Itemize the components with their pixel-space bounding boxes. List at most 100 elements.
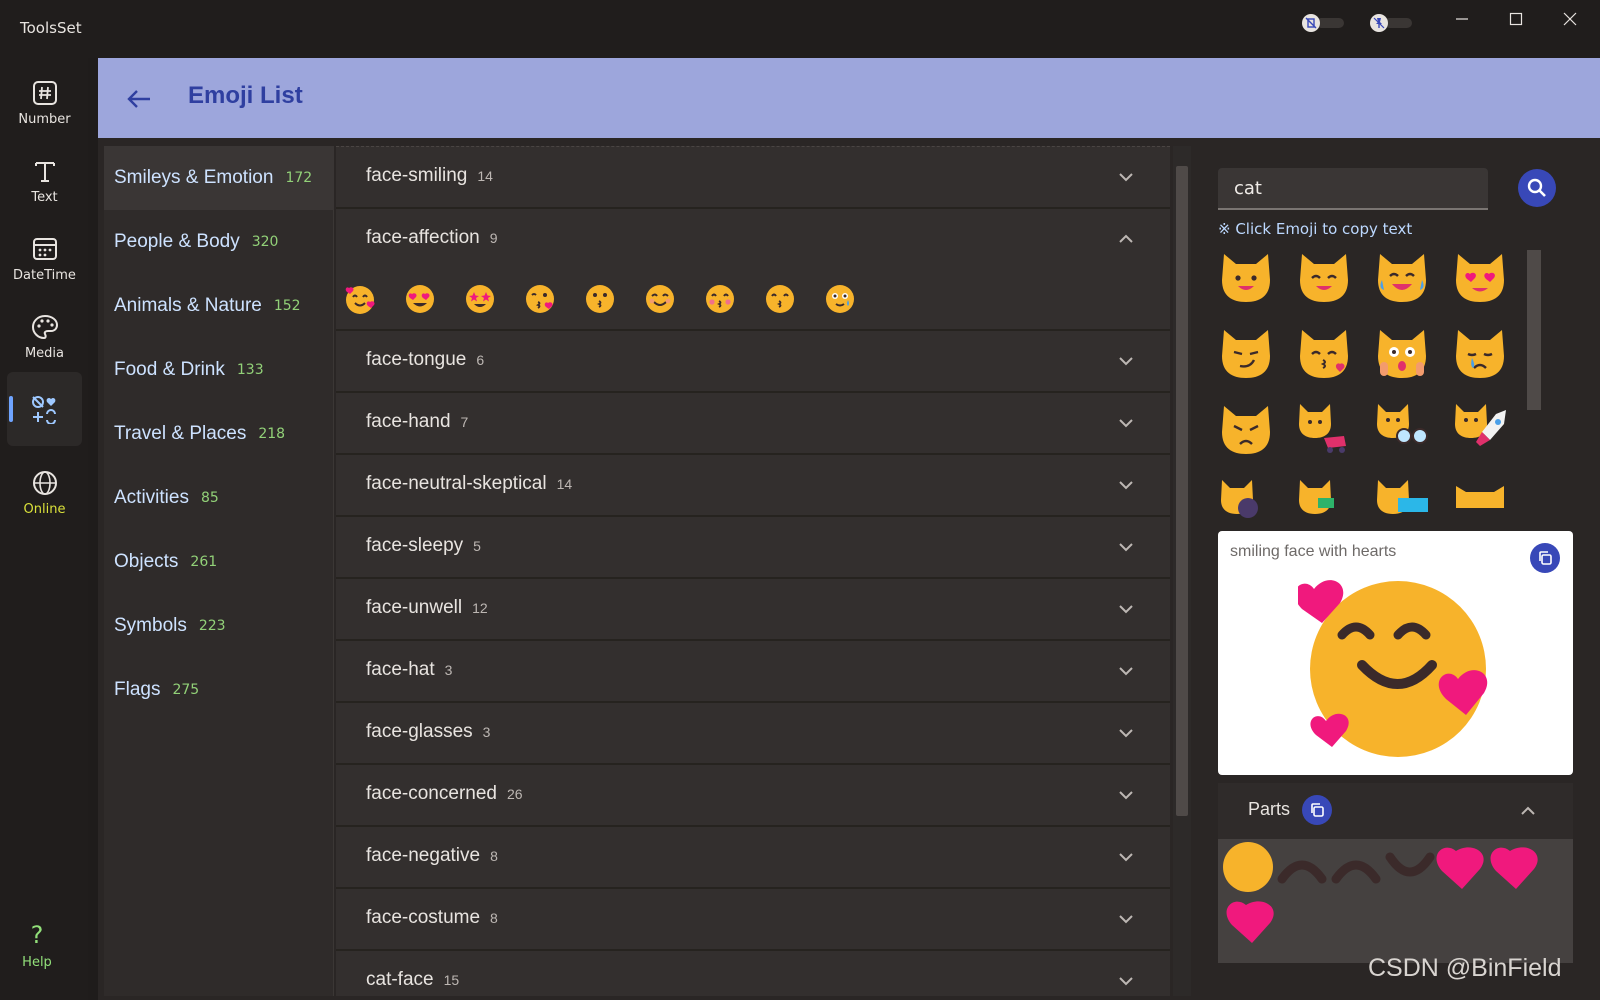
category-list: Smileys & Emotion 172 People & Body 320 An…	[104, 146, 334, 996]
grinning-cat-icon[interactable]	[1218, 250, 1274, 304]
parts-expander[interactable]: Parts	[1218, 783, 1573, 839]
back-button[interactable]	[124, 84, 154, 114]
close-icon	[1563, 12, 1577, 26]
cat-tears-of-joy-icon[interactable]	[1374, 250, 1430, 304]
chevron-down-icon[interactable]	[1118, 725, 1134, 741]
heart-eyes-icon[interactable]	[404, 283, 436, 315]
group-item[interactable]: face-hand 7	[336, 393, 1170, 455]
emoji-row	[344, 283, 856, 315]
category-item[interactable]: Animals & Nature 152	[104, 274, 334, 338]
rail-item-datetime[interactable]: DateTime	[7, 222, 82, 296]
search-input[interactable]: cat	[1218, 168, 1488, 210]
group-item[interactable]: face-hat 3	[336, 641, 1170, 703]
kissing-smiling-eyes-icon[interactable]	[764, 283, 796, 315]
cat-partial-icon[interactable]	[1452, 478, 1508, 522]
cat-with-glasses-icon[interactable]	[1374, 402, 1430, 456]
chevron-down-icon[interactable]	[1118, 973, 1134, 989]
crying-cat-icon[interactable]	[1452, 326, 1508, 380]
always-on-top-toggle[interactable]	[1302, 12, 1346, 34]
minimize-icon	[1456, 18, 1468, 20]
group-item[interactable]: face-costume 8	[336, 889, 1170, 951]
cat-partial-icon[interactable]	[1296, 478, 1352, 522]
minimize-button[interactable]	[1442, 6, 1482, 32]
chevron-down-icon[interactable]	[1118, 353, 1134, 369]
copy-emoji-button[interactable]	[1530, 543, 1560, 573]
maximize-button[interactable]	[1496, 6, 1536, 32]
smiling-face-with-tear-icon[interactable]	[824, 283, 856, 315]
scrollbar-thumb[interactable]	[1527, 250, 1541, 410]
chevron-down-icon[interactable]	[1118, 663, 1134, 679]
smiling-face-with-hearts-icon[interactable]	[344, 283, 376, 315]
chevron-up-icon[interactable]	[1118, 231, 1134, 247]
theme-toggle[interactable]	[1370, 12, 1414, 34]
grinning-cat-smiling-eyes-icon[interactable]	[1296, 250, 1352, 304]
chevron-down-icon[interactable]	[1118, 539, 1134, 555]
group-count: 14	[556, 476, 573, 492]
pouting-cat-icon[interactable]	[1218, 402, 1274, 456]
rail-item-text[interactable]: Text	[7, 144, 82, 218]
chevron-down-icon[interactable]	[1118, 787, 1134, 803]
results-scrollbar[interactable]	[1524, 250, 1544, 520]
group-item[interactable]: face-glasses 3	[336, 703, 1170, 765]
kissing-face-icon[interactable]	[584, 283, 616, 315]
group-item[interactable]: face-sleepy 5	[336, 517, 1170, 579]
chevron-down-icon[interactable]	[1118, 477, 1134, 493]
help-label: Help	[22, 954, 52, 970]
group-list-scrollbar[interactable]	[1173, 146, 1191, 996]
kissing-closed-eyes-icon[interactable]	[704, 283, 736, 315]
group-name: cat-face	[366, 969, 434, 990]
cat-partial-icon[interactable]	[1218, 478, 1274, 522]
chevron-down-icon[interactable]	[1118, 911, 1134, 927]
chevron-down-icon[interactable]	[1118, 849, 1134, 865]
category-item[interactable]: Symbols 223	[104, 594, 334, 658]
category-count: 172	[285, 170, 313, 186]
group-name: face-costume	[366, 907, 481, 928]
cat-with-rocket-icon[interactable]	[1452, 402, 1508, 456]
group-item[interactable]: face-concerned 26	[336, 765, 1170, 827]
cat-partial-icon[interactable]	[1374, 478, 1430, 522]
category-item[interactable]: Food & Drink 133	[104, 338, 334, 402]
kissing-cat-icon[interactable]	[1296, 326, 1352, 380]
category-count: 275	[172, 682, 200, 698]
smiling-face-icon[interactable]	[644, 283, 676, 315]
cat-heart-eyes-icon[interactable]	[1452, 250, 1508, 304]
category-item[interactable]: Travel & Places 218	[104, 402, 334, 466]
category-name: Travel & Places	[114, 423, 247, 444]
cat-with-toy-icon[interactable]	[1296, 402, 1352, 456]
category-count: 223	[198, 618, 226, 634]
face-blowing-kiss-icon[interactable]	[524, 283, 556, 315]
search-button[interactable]	[1518, 169, 1556, 207]
chevron-up-icon[interactable]	[1520, 803, 1536, 819]
parts-title: Parts	[1248, 799, 1291, 819]
group-item[interactable]: face-neutral-skeptical 14	[336, 455, 1170, 517]
category-item[interactable]: Objects 261	[104, 530, 334, 594]
rail-item-number[interactable]: Number	[7, 66, 82, 140]
content-area: Emoji List Smileys & Emotion 172 People &…	[98, 58, 1600, 1000]
chevron-down-icon[interactable]	[1118, 601, 1134, 617]
group-item[interactable]: face-negative 8	[336, 827, 1170, 889]
category-item[interactable]: Smileys & Emotion 172	[104, 146, 334, 210]
group-item[interactable]: cat-face 15	[336, 951, 1170, 996]
group-item[interactable]: face-smiling 14	[336, 147, 1170, 209]
star-struck-icon[interactable]	[464, 283, 496, 315]
category-item[interactable]: Activities 85	[104, 466, 334, 530]
nav-rail: Number Text DateTime Media Online ? Help	[0, 58, 88, 1000]
part-heart	[1436, 847, 1484, 889]
chevron-down-icon[interactable]	[1118, 415, 1134, 431]
rail-item-shapes[interactable]	[7, 372, 82, 446]
cat-wry-smile-icon[interactable]	[1218, 326, 1274, 380]
category-item[interactable]: Flags 275	[104, 658, 334, 722]
chevron-down-icon[interactable]	[1118, 169, 1134, 185]
copy-parts-button[interactable]	[1302, 795, 1332, 825]
group-item-expanded[interactable]: face-affection 9	[336, 209, 1170, 331]
group-item[interactable]: face-unwell 12	[336, 579, 1170, 641]
rail-item-media[interactable]: Media	[7, 300, 82, 374]
group-item[interactable]: face-tongue 6	[336, 331, 1170, 393]
category-item[interactable]: People & Body 320	[104, 210, 334, 274]
emoji-detail-card: smiling face with hearts	[1218, 531, 1573, 775]
close-button[interactable]	[1550, 6, 1590, 32]
weary-cat-icon[interactable]	[1374, 326, 1430, 380]
help-button[interactable]: ? Help	[7, 908, 67, 982]
scrollbar-thumb[interactable]	[1176, 166, 1188, 816]
rail-item-online[interactable]: Online	[7, 456, 82, 530]
